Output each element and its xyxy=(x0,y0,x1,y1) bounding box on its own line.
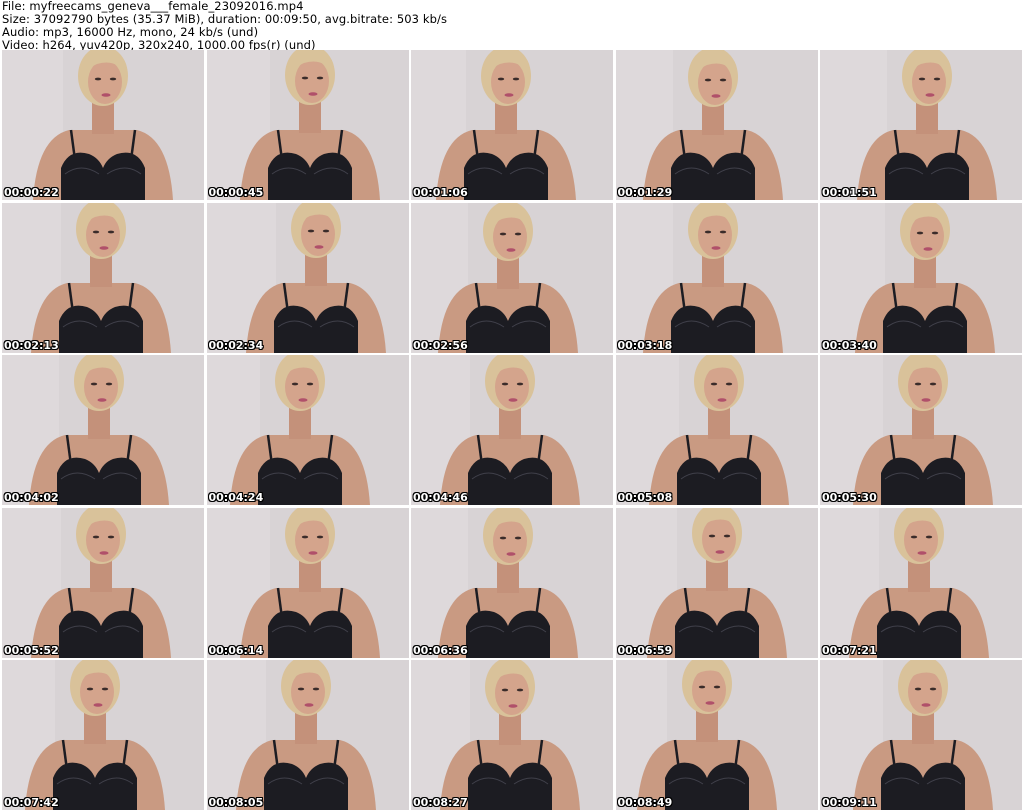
video-frame-image xyxy=(615,507,818,658)
thumbnail-timestamp: 00:02:13 xyxy=(4,338,59,352)
video-frame-image xyxy=(615,660,818,810)
thumbnail-timestamp: 00:04:46 xyxy=(413,491,468,504)
thumbnail-grid: 00:00:22 00:00:45 00:01:06 00:01:29 00:0… xyxy=(2,50,1022,811)
video-frame-image xyxy=(615,202,818,353)
thumbnail-timestamp: 00:05:52 xyxy=(4,643,59,657)
thumbnail-timestamp: 00:04:02 xyxy=(4,491,59,504)
thumbnail-timestamp: 00:01:29 xyxy=(617,186,673,199)
thumbnail-timestamp: 00:02:56 xyxy=(413,338,468,352)
thumbnail-frame: 00:06:14 xyxy=(206,507,409,658)
thumbnail-timestamp: 00:01:51 xyxy=(822,186,877,199)
video-frame-image xyxy=(411,202,613,353)
thumbnail-timestamp: 00:01:06 xyxy=(413,186,468,199)
thumbnail-frame: 00:02:34 xyxy=(206,202,409,353)
video-frame-image xyxy=(820,660,1022,810)
video-frame-image xyxy=(820,355,1022,505)
thumbnail-timestamp: 00:06:14 xyxy=(208,643,264,657)
video-frame-image xyxy=(411,507,613,658)
thumbnail-timestamp: 00:07:21 xyxy=(822,643,877,657)
thumbnail-frame: 00:08:27 xyxy=(411,660,613,810)
video-frame-image xyxy=(820,202,1022,353)
video-frame-image xyxy=(615,355,818,505)
video-frame-image xyxy=(206,202,409,353)
video-frame-image xyxy=(2,355,204,505)
thumbnail-frame: 00:00:45 xyxy=(206,50,409,200)
thumbnail-frame: 00:07:42 xyxy=(2,660,204,810)
video-frame-image xyxy=(206,660,409,810)
thumbnail-frame: 00:02:56 xyxy=(411,202,613,353)
video-frame-image xyxy=(206,50,409,200)
thumbnail-timestamp: 00:03:40 xyxy=(822,338,877,352)
thumbnail-frame: 00:04:46 xyxy=(411,355,613,505)
thumbnail-timestamp: 00:04:24 xyxy=(208,491,264,504)
thumbnail-frame: 00:08:49 xyxy=(615,660,818,810)
video-frame-image xyxy=(615,50,818,200)
thumbnail-timestamp: 00:09:11 xyxy=(822,796,877,809)
video-frame-image xyxy=(411,50,613,200)
thumbnail-frame: 00:01:29 xyxy=(615,50,818,200)
thumbnail-timestamp: 00:00:22 xyxy=(4,186,59,199)
video-frame-image xyxy=(2,50,204,200)
thumbnail-frame: 00:02:13 xyxy=(2,202,204,353)
thumbnail-frame: 00:03:18 xyxy=(615,202,818,353)
thumbnail-frame: 00:07:21 xyxy=(820,507,1022,658)
video-frame-image xyxy=(206,507,409,658)
thumbnail-timestamp: 00:08:49 xyxy=(617,796,673,809)
thumbnail-timestamp: 00:05:30 xyxy=(822,491,877,504)
thumbnail-timestamp: 00:07:42 xyxy=(4,796,59,809)
thumbnail-frame: 00:05:52 xyxy=(2,507,204,658)
video-frame-image xyxy=(411,355,613,505)
video-frame-image xyxy=(411,660,613,810)
thumbnail-frame: 00:01:51 xyxy=(820,50,1022,200)
thumbnail-timestamp: 00:03:18 xyxy=(617,338,673,352)
video-frame-image xyxy=(2,507,204,658)
thumbnail-frame: 00:01:06 xyxy=(411,50,613,200)
thumbnail-timestamp: 00:08:27 xyxy=(413,796,468,809)
thumbnail-frame: 00:04:02 xyxy=(2,355,204,505)
thumbnail-timestamp: 00:06:59 xyxy=(617,643,673,657)
thumbnail-timestamp: 00:00:45 xyxy=(208,186,264,199)
thumbnail-frame: 00:05:08 xyxy=(615,355,818,505)
thumbnail-timestamp: 00:02:34 xyxy=(208,338,264,352)
video-frame-image xyxy=(820,507,1022,658)
thumbnail-timestamp: 00:08:05 xyxy=(208,796,264,809)
thumbnail-frame: 00:05:30 xyxy=(820,355,1022,505)
video-frame-image xyxy=(206,355,409,505)
thumbnail-frame: 00:06:59 xyxy=(615,507,818,658)
video-frame-image xyxy=(820,50,1022,200)
thumbnail-frame: 00:04:24 xyxy=(206,355,409,505)
thumbnail-frame: 00:09:11 xyxy=(820,660,1022,810)
thumbnail-timestamp: 00:06:36 xyxy=(413,643,468,657)
thumbnail-frame: 00:06:36 xyxy=(411,507,613,658)
thumbnail-frame: 00:03:40 xyxy=(820,202,1022,353)
thumbnail-frame: 00:00:22 xyxy=(2,50,204,200)
file-info-header: File: myfreecams_geneva___female_2309201… xyxy=(2,0,1022,52)
thumbnail-frame: 00:08:05 xyxy=(206,660,409,810)
video-frame-image xyxy=(2,660,204,810)
video-frame-image xyxy=(2,202,204,353)
thumbnail-timestamp: 00:05:08 xyxy=(617,491,673,504)
